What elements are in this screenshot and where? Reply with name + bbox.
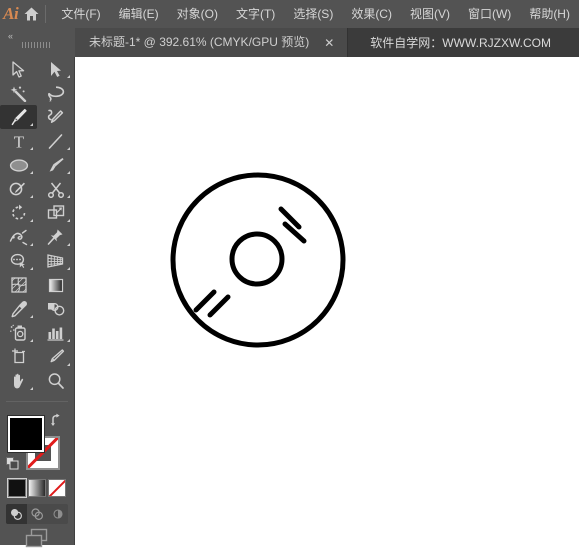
collapse-panel-icon[interactable]: « xyxy=(8,31,13,41)
ellipse-tool[interactable] xyxy=(0,153,37,177)
menu-file[interactable]: 文件(F) xyxy=(52,2,109,26)
eyedropper-tool[interactable] xyxy=(0,297,37,321)
draw-inside-mode[interactable] xyxy=(47,504,68,524)
blend-tool[interactable] xyxy=(37,297,74,321)
tool-expand-corner-icon xyxy=(30,219,33,222)
tool-expand-corner-icon xyxy=(30,387,33,390)
tool-expand-corner-icon xyxy=(67,243,70,246)
draw-mode-row xyxy=(6,504,68,524)
cd-disc-drawing xyxy=(170,172,346,348)
artboard-tool[interactable] xyxy=(0,345,37,369)
artboard-canvas[interactable] xyxy=(75,57,579,545)
toolpanel-drag-grip[interactable] xyxy=(22,42,50,48)
toolpanel-header: « xyxy=(0,28,75,57)
tool-expand-corner-icon xyxy=(67,75,70,78)
perspective-grid-tool[interactable] xyxy=(37,249,74,273)
inner-circle xyxy=(229,231,285,287)
watermark-text: 软件自学网：WWW.RJZXW.COM xyxy=(370,36,551,50)
magic-wand-tool[interactable] xyxy=(0,81,37,105)
menubar-divider xyxy=(44,5,46,23)
fill-swatch[interactable] xyxy=(7,415,45,453)
draw-normal-mode[interactable] xyxy=(6,504,27,524)
svg-text:T: T xyxy=(13,133,24,150)
swap-fill-stroke-icon[interactable] xyxy=(50,413,64,427)
menu-object[interactable]: 对象(O) xyxy=(168,2,227,26)
tool-expand-corner-icon xyxy=(67,195,70,198)
document-tab-bar: « 未标题-1* @ 392.61% (CMYK/GPU 预览) ✕ 软件自学网… xyxy=(0,28,579,57)
menu-window[interactable]: 窗口(W) xyxy=(459,2,520,26)
close-icon[interactable]: ✕ xyxy=(321,35,337,51)
color-mode-row xyxy=(7,478,66,501)
color-mode-gradient[interactable] xyxy=(28,479,46,497)
width-tool[interactable] xyxy=(0,225,37,249)
color-mode-none[interactable] xyxy=(48,479,66,497)
menu-type[interactable]: 文字(T) xyxy=(227,2,284,26)
curvature-tool[interactable] xyxy=(37,105,74,129)
menu-select[interactable]: 选择(S) xyxy=(284,2,342,26)
hand-tool[interactable] xyxy=(0,369,37,393)
menu-effect[interactable]: 效果(C) xyxy=(342,2,401,26)
tool-expand-corner-icon xyxy=(67,147,70,150)
app-logo-icon: Ai xyxy=(3,4,19,23)
toolpanel-divider xyxy=(6,401,68,402)
tool-expand-corner-icon xyxy=(67,171,70,174)
watermark-area: 软件自学网：WWW.RJZXW.COM xyxy=(348,28,579,57)
menu-edit[interactable]: 编辑(E) xyxy=(110,2,168,26)
default-fill-stroke-icon[interactable] xyxy=(6,457,19,470)
pen-tool[interactable] xyxy=(0,105,37,129)
color-controls xyxy=(0,407,75,548)
menu-bar: Ai 文件(F) 编辑(E) 对象(O) 文字(T) 选择(S) 效果(C) 视… xyxy=(0,0,579,28)
tool-expand-corner-icon xyxy=(30,267,33,270)
change-screen-mode[interactable] xyxy=(0,527,75,551)
outer-circle xyxy=(170,172,346,348)
tool-expand-corner-icon xyxy=(30,315,33,318)
selection-tool[interactable] xyxy=(0,57,37,81)
zoom-tool[interactable] xyxy=(37,369,74,393)
document-tab[interactable]: 未标题-1* @ 392.61% (CMYK/GPU 预览) ✕ xyxy=(75,28,349,57)
illustrator-window: Ai 文件(F) 编辑(E) 对象(O) 文字(T) 选择(S) 效果(C) 视… xyxy=(0,0,579,548)
shaper-tool[interactable] xyxy=(0,177,37,201)
tool-expand-corner-icon xyxy=(67,363,70,366)
shape-builder-tool[interactable] xyxy=(0,249,37,273)
scissors-tool[interactable] xyxy=(37,177,74,201)
lasso-tool[interactable] xyxy=(37,81,74,105)
color-mode-solid[interactable] xyxy=(7,478,27,498)
menu-help[interactable]: 帮助(H) xyxy=(520,2,579,26)
tool-grid: T xyxy=(0,57,75,393)
draw-behind-mode[interactable] xyxy=(27,504,48,524)
tool-expand-corner-icon xyxy=(30,339,33,342)
symbol-sprayer-tool[interactable] xyxy=(0,321,37,345)
direct-selection-tool[interactable] xyxy=(37,57,74,81)
home-icon[interactable] xyxy=(21,0,42,28)
type-tool[interactable]: T xyxy=(0,129,37,153)
menu-items: 文件(F) 编辑(E) 对象(O) 文字(T) 选择(S) 效果(C) 视图(V… xyxy=(52,2,579,26)
scale-tool[interactable] xyxy=(37,201,74,225)
mesh-tool[interactable] xyxy=(0,273,37,297)
slice-tool[interactable] xyxy=(37,345,74,369)
gradient-tool[interactable] xyxy=(37,273,74,297)
paintbrush-tool[interactable] xyxy=(37,153,74,177)
highlight-line-4 xyxy=(207,294,231,318)
tool-expand-corner-icon xyxy=(30,123,33,126)
tool-expand-corner-icon xyxy=(67,267,70,270)
tool-expand-corner-icon xyxy=(67,339,70,342)
document-tab-title: 未标题-1* @ 392.61% (CMYK/GPU 预览) xyxy=(89,35,310,49)
tool-expand-corner-icon xyxy=(30,147,33,150)
menu-view[interactable]: 视图(V) xyxy=(401,2,459,26)
tool-expand-corner-icon xyxy=(30,243,33,246)
tool-expand-corner-icon xyxy=(30,171,33,174)
line-segment-tool[interactable] xyxy=(37,129,74,153)
column-graph-tool[interactable] xyxy=(37,321,74,345)
free-transform-tool[interactable] xyxy=(37,225,74,249)
rotate-tool[interactable] xyxy=(0,201,37,225)
highlight-line-3 xyxy=(193,289,217,313)
tool-expand-corner-icon xyxy=(30,195,33,198)
tool-expand-corner-icon xyxy=(67,219,70,222)
tool-panel: T xyxy=(0,57,75,548)
